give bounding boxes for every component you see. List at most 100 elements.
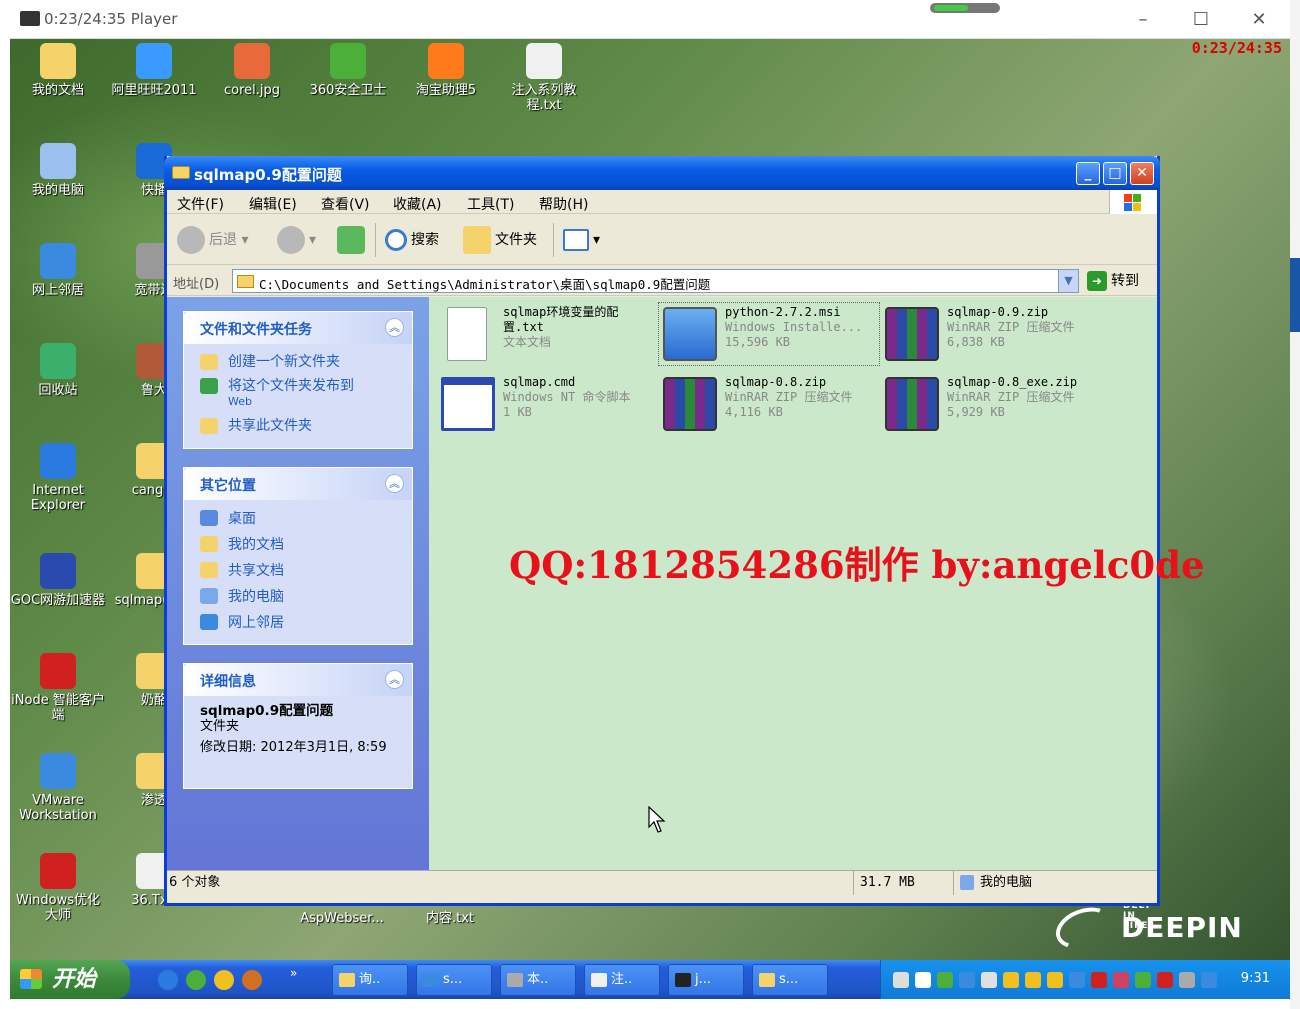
desktop: 0:23/24:35 我的文档 阿里旺旺2011 corel.jpg 360安全卫士 淘…: [10, 39, 1290, 999]
search-button[interactable]: 搜索: [385, 226, 439, 254]
volume-slider[interactable]: [930, 3, 1000, 13]
deepin-swirl-icon: [1050, 900, 1118, 956]
places-panel-header[interactable]: 其它位置 ︽: [184, 468, 412, 500]
desktop-icon-taobao[interactable]: 淘宝助理5: [398, 43, 494, 98]
window-maximize-button[interactable]: □: [1103, 162, 1127, 185]
tray-icon[interactable]: [1069, 972, 1085, 988]
my-computer-icon: [40, 143, 76, 179]
tray-icon[interactable]: [915, 972, 931, 988]
menu-item-3[interactable]: 收藏(A): [393, 194, 442, 214]
tasks-panel-header[interactable]: 文件和文件夹任务 ︽: [184, 312, 412, 344]
desktop-icon-goc[interactable]: GOC网游加速器: [10, 553, 106, 608]
place-0-icon: [200, 510, 218, 526]
taskbar-task-2[interactable]: 本..: [500, 964, 576, 996]
task-link-2[interactable]: 共享此文件夹: [184, 414, 412, 438]
tray-icon[interactable]: [893, 972, 909, 988]
desktop-icon-winopt[interactable]: Windows优化大师: [10, 853, 106, 923]
desktop-icon-360[interactable]: 360安全卫士: [300, 43, 396, 98]
taskbar-task-4[interactable]: j...: [668, 964, 744, 996]
desktop-icon-corel[interactable]: corel.jpg: [204, 43, 300, 98]
place-link-1[interactable]: 我的文档: [184, 532, 412, 558]
file-item[interactable]: sqlmap环境变量的配置.txt 文本文档: [437, 303, 657, 365]
views-button[interactable]: ▾: [563, 226, 600, 254]
quicklaunch-more-icon[interactable]: »: [290, 966, 297, 980]
window-titlebar[interactable]: sqlmap0.9配置问题 _ □ ✕: [164, 156, 1160, 190]
desktop-icon-vmware[interactable]: VMware Workstation: [10, 753, 106, 823]
tray-icon[interactable]: [1003, 972, 1019, 988]
desktop-icon-label: 我的文档: [31, 83, 84, 98]
desktop-icon-label: 回收站: [38, 383, 78, 398]
close-button[interactable]: ✕: [1244, 8, 1274, 32]
status-bar: 6 个对象 31.7 MB 我的电脑: [167, 870, 1157, 895]
place-4-icon: [200, 614, 218, 630]
rar-file-icon: [885, 307, 939, 361]
file-item[interactable]: sqlmap-0.8_exe.zip WinRAR ZIP 压缩文件 5,929 K…: [881, 373, 1101, 435]
minimize-button[interactable]: –: [1128, 8, 1158, 32]
tray-icon[interactable]: [1179, 972, 1195, 988]
address-input[interactable]: C:\Documents and Settings\Administrator\…: [232, 269, 1079, 293]
tray-icon[interactable]: [1201, 972, 1217, 988]
task-link-0[interactable]: 创建一个新文件夹: [184, 350, 412, 374]
go-button[interactable]: ➜ 转到: [1087, 270, 1139, 291]
up-button[interactable]: [337, 226, 369, 254]
collapse-icon[interactable]: ︽: [385, 474, 404, 493]
ie-quicklaunch-icon[interactable]: [158, 970, 178, 990]
file-item[interactable]: python-2.7.2.msi Windows Installe... 15,59…: [658, 302, 880, 366]
tray-icon[interactable]: [1025, 972, 1041, 988]
tray-icon[interactable]: [1113, 972, 1129, 988]
collapse-icon[interactable]: ︽: [385, 318, 404, 337]
maximize-button[interactable]: ☐: [1186, 8, 1216, 32]
start-button[interactable]: 开始: [10, 960, 130, 999]
details-panel-header[interactable]: 详细信息 ︽: [184, 664, 412, 696]
address-dropdown-button[interactable]: ▼: [1058, 270, 1078, 292]
desktop-icon-network[interactable]: 网上邻居: [10, 243, 106, 298]
tray-icon[interactable]: [1047, 972, 1063, 988]
window-title: sqlmap0.9配置问题: [194, 166, 342, 184]
taskbar-task-1[interactable]: s...: [416, 964, 492, 996]
file-item[interactable]: sqlmap-0.9.zip WinRAR ZIP 压缩文件 6,838 KB: [881, 303, 1101, 365]
place-link-0[interactable]: 桌面: [184, 506, 412, 532]
taskbar-task-0[interactable]: 询..: [332, 964, 408, 996]
tray-icon[interactable]: [937, 972, 953, 988]
desktop-icon-recycle[interactable]: 回收站: [10, 343, 106, 398]
window-minimize-button[interactable]: _: [1076, 162, 1100, 185]
desktop-icon-label: iNode 智能客户端: [11, 693, 105, 723]
tray-icon[interactable]: [1135, 972, 1151, 988]
tray-icon[interactable]: [1091, 972, 1107, 988]
place-link-4[interactable]: 网上邻居: [184, 610, 412, 636]
qq-quicklaunch-icon[interactable]: [214, 970, 234, 990]
place-link-2[interactable]: 共享文档: [184, 558, 412, 584]
desktop-icon-inject[interactable]: 注入系列教程.txt: [496, 43, 592, 113]
app-quicklaunch-icon[interactable]: [242, 970, 262, 990]
menu-item-5[interactable]: 帮助(H): [539, 194, 588, 214]
menu-item-2[interactable]: 查看(V): [321, 194, 370, 214]
file-item[interactable]: sqlmap-0.8.zip WinRAR ZIP 压缩文件 4,116 KB: [659, 373, 879, 435]
task-app-icon: [759, 973, 775, 987]
desktop-icon-label: corel.jpg: [223, 83, 281, 98]
tray-icon[interactable]: [1157, 972, 1173, 988]
desktop-icon-aliwangwang[interactable]: 阿里旺旺2011: [106, 43, 202, 98]
window-close-button[interactable]: ✕: [1130, 162, 1154, 185]
collapse-icon[interactable]: ︽: [385, 670, 404, 689]
task-link-1[interactable]: 将这个文件夹发布到 Web: [184, 374, 412, 414]
desktop-icon-my-computer[interactable]: 我的电脑: [10, 143, 106, 198]
folders-button[interactable]: 文件夹: [463, 226, 537, 254]
place-link-3[interactable]: 我的电脑: [184, 584, 412, 610]
menu-item-1[interactable]: 编辑(E): [249, 194, 297, 214]
file-item[interactable]: sqlmap.cmd Windows NT 命令脚本 1 KB: [437, 373, 657, 435]
desktop-icon-ie[interactable]: Internet Explorer: [10, 443, 106, 513]
taskbar-task-5[interactable]: s...: [752, 964, 828, 996]
taskbar-task-3[interactable]: 注..: [584, 964, 660, 996]
taskbar: 开始 » 询.. s... 本.. 注.. j... s... 9:31: [10, 960, 1290, 999]
360-quicklaunch-icon[interactable]: [186, 970, 206, 990]
desktop-icon-inode[interactable]: iNode 智能客户端: [10, 653, 106, 723]
recording-time: 0:23/24:35: [1191, 39, 1282, 57]
tray-icon[interactable]: [981, 972, 997, 988]
forward-button[interactable]: ▾: [277, 226, 316, 254]
back-button[interactable]: 后退 ▾: [177, 226, 248, 254]
menu-item-0[interactable]: 文件(F): [177, 194, 224, 214]
tray-icon[interactable]: [959, 972, 975, 988]
right-strip: [1290, 0, 1300, 1009]
menu-item-4[interactable]: 工具(T): [467, 194, 514, 214]
desktop-icon-my-docs[interactable]: 我的文档: [10, 43, 106, 98]
